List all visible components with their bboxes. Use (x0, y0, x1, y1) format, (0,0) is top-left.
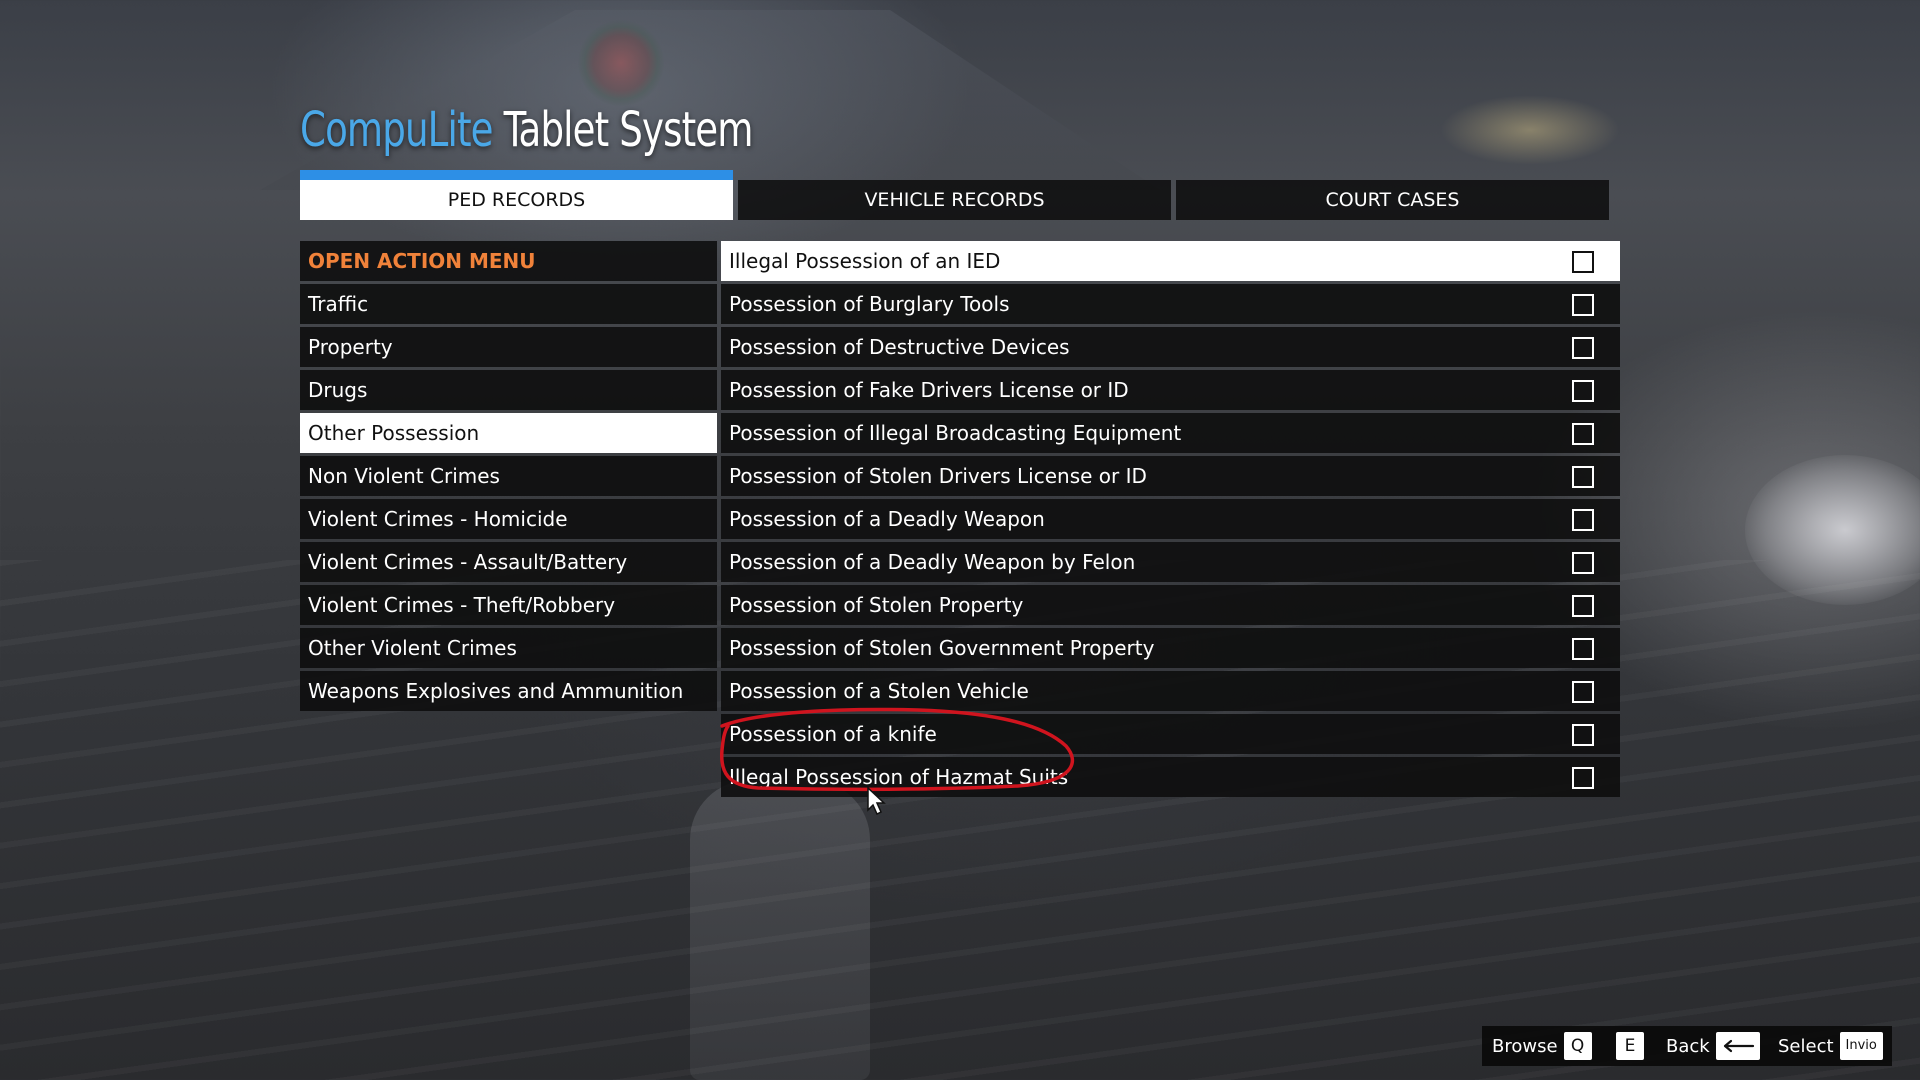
charge-row[interactable]: Possession of Destructive Devices (721, 327, 1620, 367)
charge-label: Possession of Stolen Government Property (729, 636, 1155, 660)
tab-bar: PED RECORDS VEHICLE RECORDS COURT CASES (300, 170, 1609, 220)
tab-court-cases[interactable]: COURT CASES (1176, 180, 1609, 220)
select-label: Select (1778, 1035, 1834, 1057)
category-drugs[interactable]: Drugs (300, 370, 717, 410)
enter-key-icon[interactable]: Invio (1839, 1032, 1883, 1060)
category-violent-assault-battery[interactable]: Violent Crimes - Assault/Battery (300, 542, 717, 582)
charge-checkbox[interactable] (1572, 466, 1594, 488)
category-traffic[interactable]: Traffic (300, 284, 717, 324)
charge-row[interactable]: Illegal Possession of Hazmat Suits (721, 757, 1620, 797)
charge-checkbox[interactable] (1572, 337, 1594, 359)
charge-row[interactable]: Possession of Illegal Broadcasting Equip… (721, 413, 1620, 453)
charge-checkbox[interactable] (1572, 294, 1594, 316)
charge-row[interactable]: Possession of Stolen Property (721, 585, 1620, 625)
open-action-menu-button[interactable]: OPEN ACTION MENU (300, 241, 717, 281)
charge-row[interactable]: Possession of Stolen Government Property (721, 628, 1620, 668)
charge-checkbox[interactable] (1572, 767, 1594, 789)
charge-row[interactable]: Illegal Possession of an IED (721, 241, 1620, 281)
charge-row[interactable]: Possession of a knife (721, 714, 1620, 754)
browse-hint: Browse Q (1492, 1026, 1592, 1066)
browse-label: Browse (1492, 1035, 1558, 1057)
category-list: OPEN ACTION MENU Traffic Property Drugs … (300, 241, 717, 714)
charge-label: Possession of Fake Drivers License or ID (729, 378, 1129, 402)
charge-row[interactable]: Possession of Burglary Tools (721, 284, 1620, 324)
charge-label: Possession of a Stolen Vehicle (729, 679, 1029, 703)
charge-label: Possession of a Deadly Weapon by Felon (729, 550, 1136, 574)
charge-checkbox[interactable] (1572, 638, 1594, 660)
category-other-violent-crimes[interactable]: Other Violent Crimes (300, 628, 717, 668)
app-title: CompuLite Tablet System (300, 102, 753, 166)
charge-row[interactable]: Possession of a Stolen Vehicle (721, 671, 1620, 711)
browse-right-hint: E (1616, 1026, 1644, 1066)
charge-label: Possession of a Deadly Weapon (729, 507, 1045, 531)
charge-row[interactable]: Possession of a Deadly Weapon (721, 499, 1620, 539)
charge-label: Possession of Illegal Broadcasting Equip… (729, 421, 1182, 445)
background-sign (578, 20, 664, 106)
charge-checkbox[interactable] (1572, 509, 1594, 531)
category-weapons-explosives-ammunition[interactable]: Weapons Explosives and Ammunition (300, 671, 717, 711)
back-label: Back (1666, 1035, 1710, 1057)
charge-label: Illegal Possession of Hazmat Suits (729, 765, 1069, 789)
charge-label: Illegal Possession of an IED (729, 249, 1001, 273)
backspace-key-icon[interactable] (1715, 1032, 1760, 1060)
app-title-rest: Tablet System (503, 102, 754, 158)
charge-row[interactable]: Possession of Stolen Drivers License or … (721, 456, 1620, 496)
app-title-brand: CompuLite (300, 102, 494, 158)
category-property[interactable]: Property (300, 327, 717, 367)
tab-vehicle-records[interactable]: VEHICLE RECORDS (738, 180, 1171, 220)
charge-checkbox[interactable] (1572, 380, 1594, 402)
charge-checkbox[interactable] (1572, 681, 1594, 703)
charge-label: Possession of a knife (729, 722, 937, 746)
back-hint: Back (1666, 1026, 1760, 1066)
category-non-violent-crimes[interactable]: Non Violent Crimes (300, 456, 717, 496)
category-other-possession[interactable]: Other Possession (300, 413, 717, 453)
category-violent-theft-robbery[interactable]: Violent Crimes - Theft/Robbery (300, 585, 717, 625)
charge-label: Possession of Stolen Property (729, 593, 1024, 617)
select-hint: Select Invio (1778, 1026, 1883, 1066)
background-lamp (1440, 95, 1620, 165)
tab-ped-records[interactable]: PED RECORDS (300, 170, 733, 220)
mouse-cursor-icon (867, 786, 886, 816)
charge-checkbox[interactable] (1572, 724, 1594, 746)
charge-checkbox[interactable] (1572, 423, 1594, 445)
back-arrow-icon (1723, 1039, 1754, 1053)
control-hints-bar: Browse Q E Back Select Invio (1482, 1026, 1892, 1066)
q-key-icon[interactable]: Q (1563, 1032, 1592, 1060)
category-violent-homicide[interactable]: Violent Crimes - Homicide (300, 499, 717, 539)
charge-checkbox[interactable] (1572, 251, 1594, 273)
charge-label: Possession of Destructive Devices (729, 335, 1070, 359)
charge-row[interactable]: Possession of a Deadly Weapon by Felon (721, 542, 1620, 582)
charge-row[interactable]: Possession of Fake Drivers License or ID (721, 370, 1620, 410)
charge-list: Illegal Possession of an IED Possession … (721, 241, 1620, 800)
charge-label: Possession of Stolen Drivers License or … (729, 464, 1147, 488)
charge-checkbox[interactable] (1572, 552, 1594, 574)
charge-checkbox[interactable] (1572, 595, 1594, 617)
charge-label: Possession of Burglary Tools (729, 292, 1010, 316)
e-key-icon[interactable]: E (1616, 1032, 1644, 1060)
